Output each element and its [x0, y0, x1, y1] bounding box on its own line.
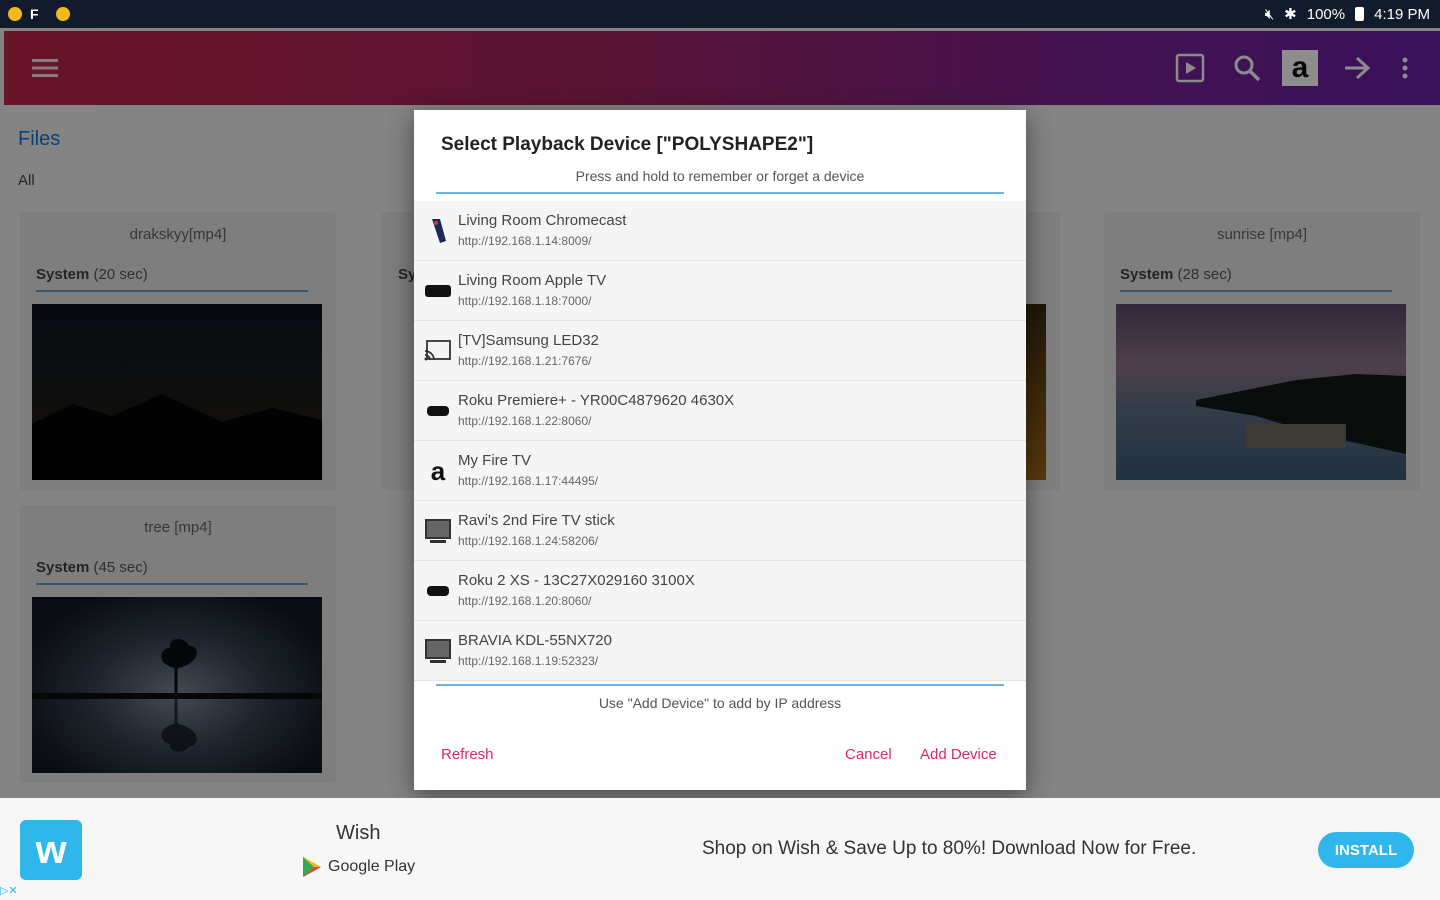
wish-logo-icon[interactable]: w — [20, 820, 82, 880]
device-name: [TV]Samsung LED32 — [458, 332, 599, 349]
dialog-title: Select Playback Device ["POLYSHAPE2"] — [441, 134, 814, 155]
clock: 4:19 PM — [1374, 5, 1430, 23]
cancel-button[interactable]: Cancel — [845, 746, 892, 763]
dialog-divider — [436, 684, 1004, 686]
device-name: Roku 2 XS - 13C27X029160 3100X — [458, 572, 695, 589]
device-url: http://192.168.1.19:52323/ — [458, 654, 599, 668]
flipboard-icon: F — [30, 6, 39, 22]
device-name: My Fire TV — [458, 452, 532, 469]
ad-app-name: Wish — [336, 822, 381, 844]
google-play-icon — [303, 857, 321, 877]
bluetooth-icon: ✱ — [1284, 6, 1297, 23]
notification-dot-icon — [56, 7, 70, 21]
device-item[interactable]: [TV]Samsung LED32 http://192.168.1.21:76… — [414, 321, 1026, 381]
device-name: Roku Premiere+ - YR00C4879620 4630X — [458, 392, 735, 409]
add-device-button[interactable]: Add Device — [920, 746, 997, 763]
device-url: http://192.168.1.14:8009/ — [458, 234, 592, 248]
status-right: 🔇︎ ✱ 100% 4:19 PM — [1264, 5, 1430, 24]
device-item[interactable]: a My Fire TV http://192.168.1.17:44495/ — [414, 441, 1026, 501]
ad-store-label: Google Play — [328, 858, 416, 875]
device-url: http://192.168.1.20:8060/ — [458, 594, 592, 608]
device-item[interactable]: Ravi's 2nd Fire TV stick http://192.168.… — [414, 501, 1026, 561]
device-url: http://192.168.1.17:44495/ — [458, 474, 599, 488]
device-name: Living Room Chromecast — [458, 212, 627, 229]
notification-dot-icon — [8, 7, 22, 21]
cast-icon — [422, 335, 454, 367]
device-item[interactable]: BRAVIA KDL-55NX720 http://192.168.1.19:5… — [414, 621, 1026, 681]
device-url: http://192.168.1.24:58206/ — [458, 534, 599, 548]
device-list: Living Room Chromecast http://192.168.1.… — [414, 201, 1026, 681]
roku-icon — [422, 575, 454, 607]
ad-store: Google Play — [302, 856, 415, 878]
tv-icon — [422, 635, 454, 667]
device-url: http://192.168.1.21:7676/ — [458, 354, 592, 368]
chromecast-icon — [422, 215, 454, 247]
device-item[interactable]: Roku Premiere+ - YR00C4879620 4630X http… — [414, 381, 1026, 441]
device-name: Ravi's 2nd Fire TV stick — [458, 512, 615, 529]
roku-icon — [422, 395, 454, 427]
status-bar: F 🔇︎ ✱ 100% 4:19 PM — [0, 0, 1440, 28]
device-url: http://192.168.1.18:7000/ — [458, 294, 592, 308]
dialog-subtitle: Press and hold to remember or forget a d… — [575, 168, 865, 184]
dialog-divider — [436, 192, 1004, 194]
battery-text: 100% — [1306, 5, 1346, 23]
apple-tv-icon — [422, 275, 454, 307]
device-item[interactable]: Living Room Apple TV http://192.168.1.18… — [414, 261, 1026, 321]
device-item[interactable]: Roku 2 XS - 13C27X029160 3100X http://19… — [414, 561, 1026, 621]
device-name: Living Room Apple TV — [458, 272, 607, 289]
install-button[interactable]: INSTALL — [1318, 832, 1414, 868]
ad-choices-icon[interactable]: ▷✕ — [0, 884, 34, 900]
device-url: http://192.168.1.22:8060/ — [458, 414, 592, 428]
ad-text: Shop on Wish & Save Up to 80%! Download … — [702, 838, 1197, 859]
mute-icon: 🔇︎ — [1264, 5, 1275, 23]
amazon-icon: a — [430, 456, 446, 486]
ad-banner[interactable]: w Wish Google Play Shop on Wish & Save U… — [0, 798, 1440, 900]
battery-icon — [1355, 7, 1365, 21]
playback-device-dialog: Select Playback Device ["POLYSHAPE2"] Pr… — [414, 110, 1026, 790]
device-name: BRAVIA KDL-55NX720 — [458, 632, 612, 649]
device-item[interactable]: Living Room Chromecast http://192.168.1.… — [414, 201, 1026, 261]
refresh-button[interactable]: Refresh — [441, 746, 494, 763]
tv-icon — [422, 515, 454, 547]
dialog-hint: Use "Add Device" to add by IP address — [598, 695, 842, 711]
